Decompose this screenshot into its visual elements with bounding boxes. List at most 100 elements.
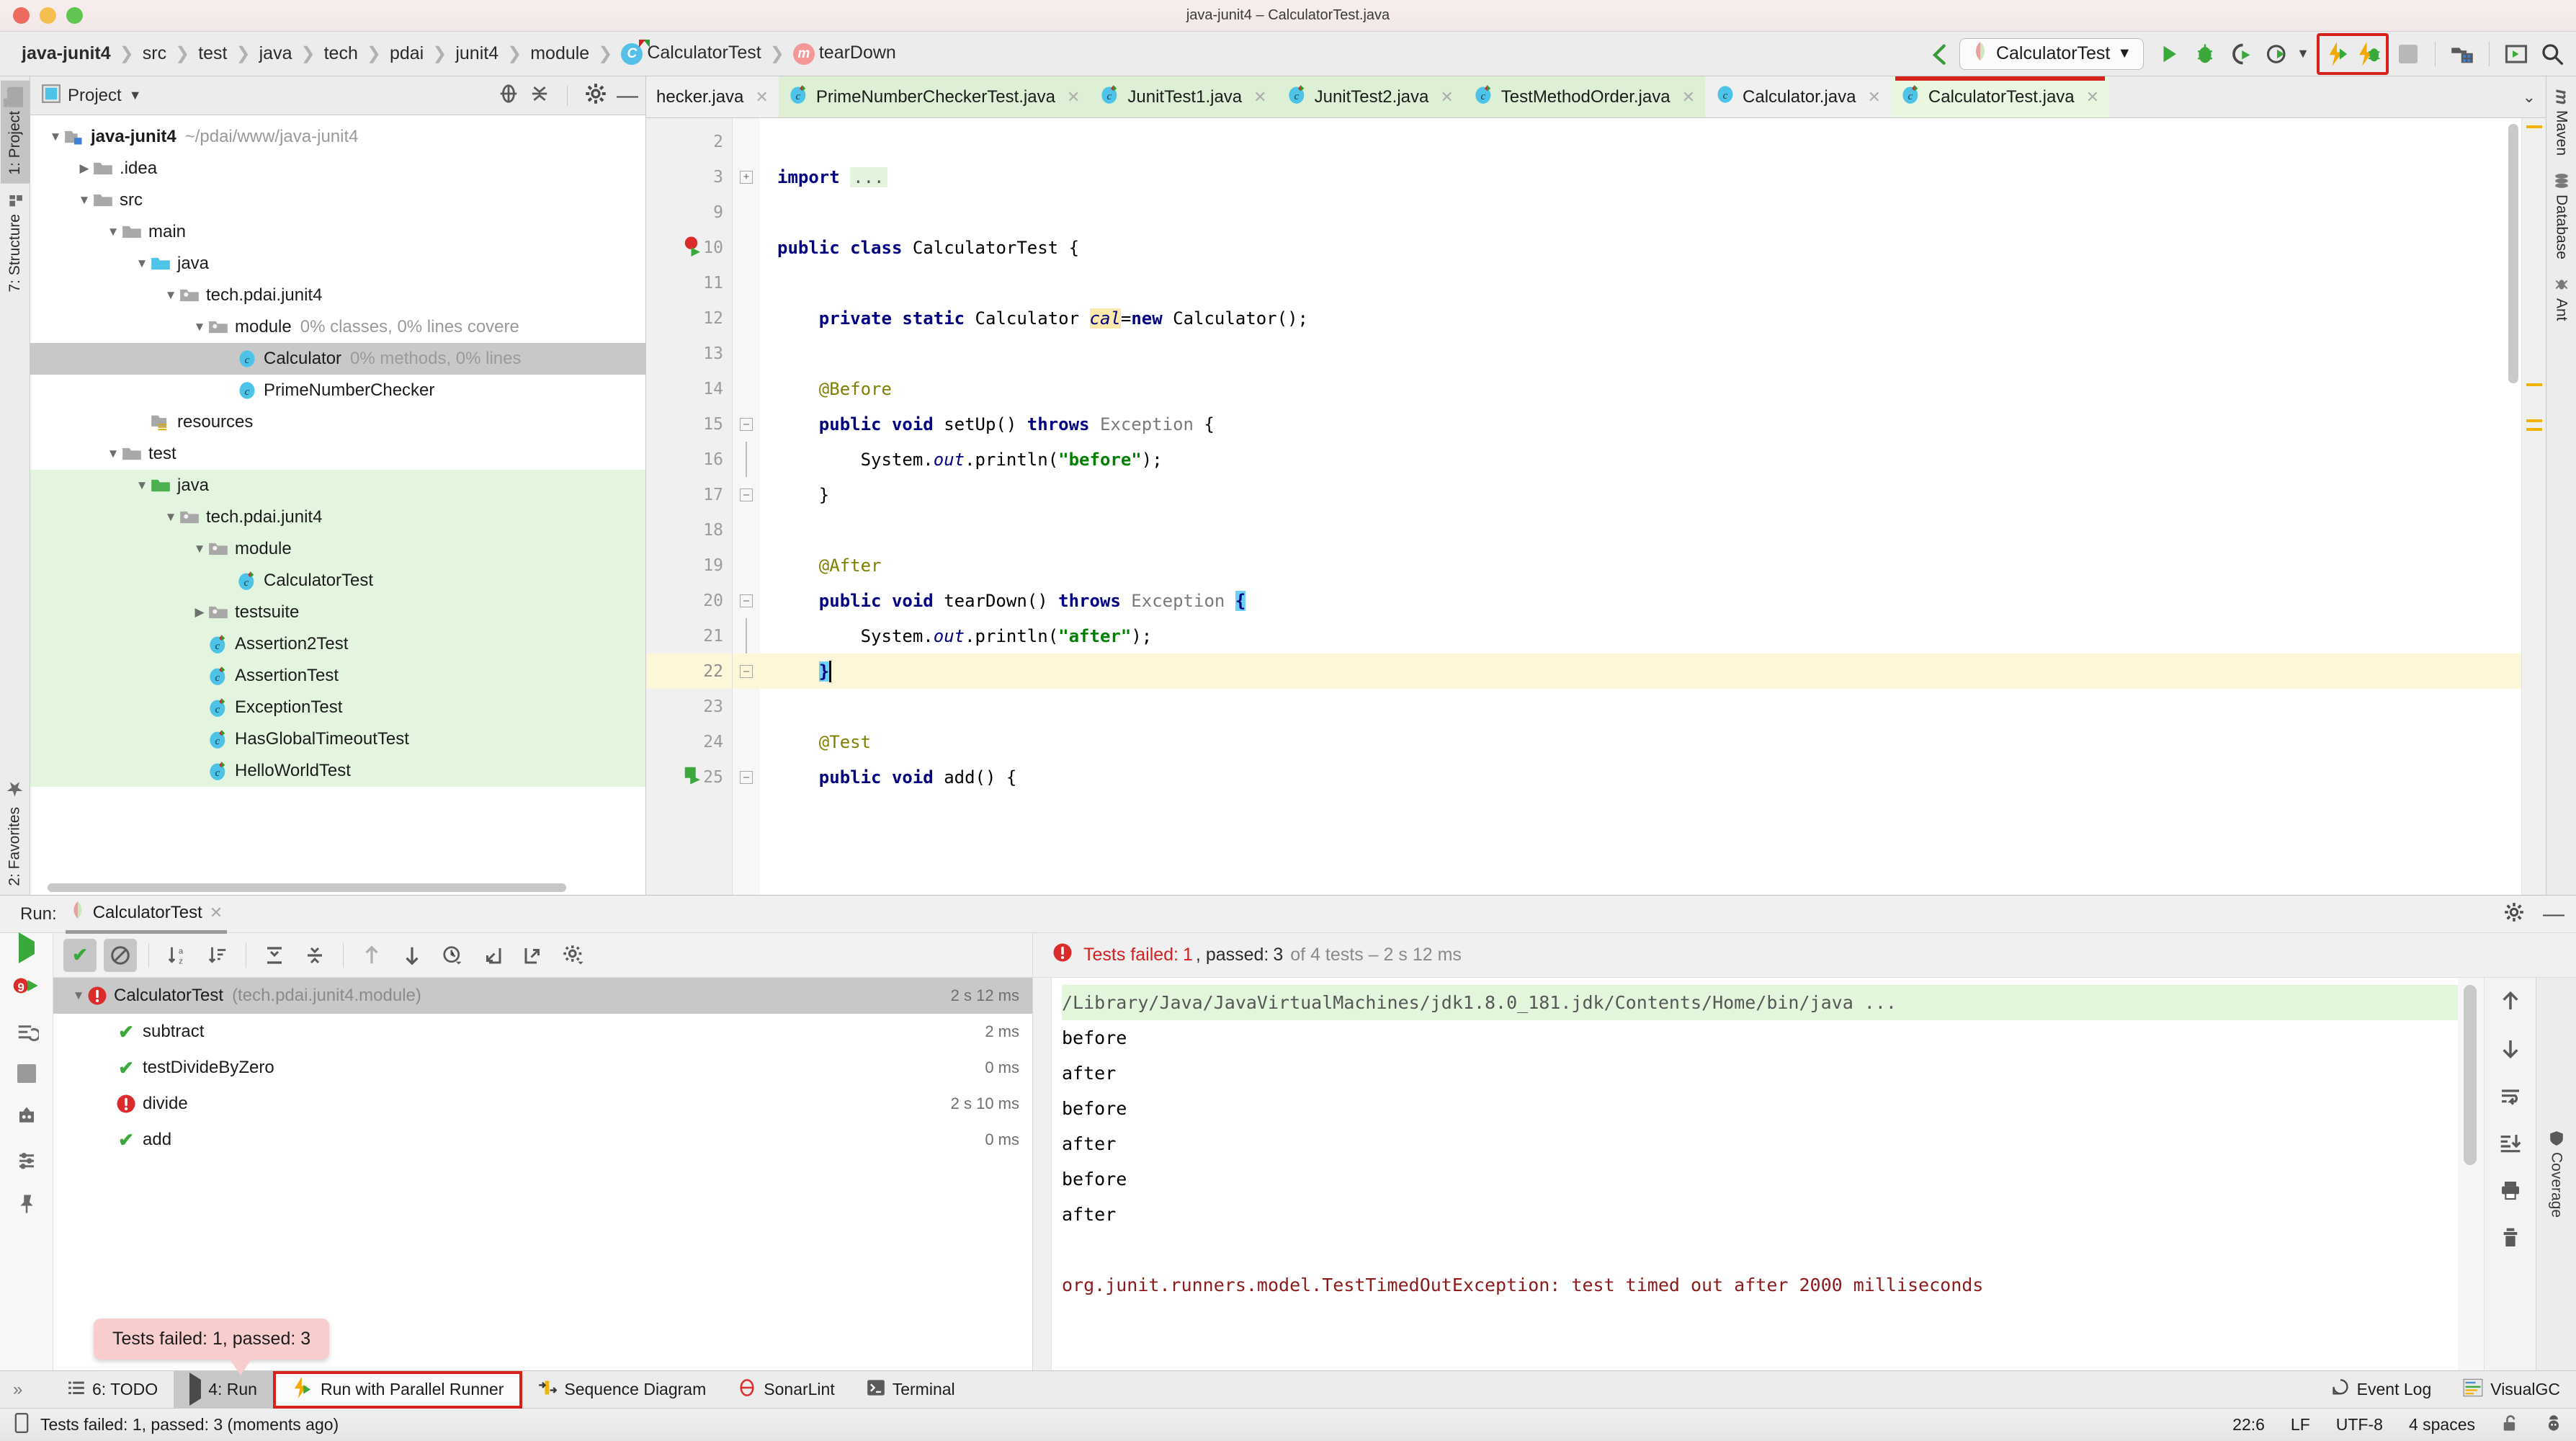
bottom-item-sonarlint[interactable]: SonarLint [722,1371,850,1409]
code-line[interactable]: public void add() { [760,759,2521,795]
breadcrumb-item-tech[interactable]: tech [318,43,364,64]
bottom-item-visualgc[interactable]: VisualGC [2447,1371,2576,1409]
close-icon[interactable]: ✕ [1867,88,1880,107]
scroll-up-icon[interactable] [2499,989,2522,1016]
tree-node-exceptiontest[interactable]: cExceptionTest [30,692,645,723]
rerun-icon[interactable] [19,942,35,955]
tree-node-module[interactable]: ▼module [30,533,645,565]
tree-node-helloworldtest[interactable]: cHelloWorldTest [30,755,645,787]
close-icon[interactable]: ✕ [1067,88,1080,107]
run-test-class-icon[interactable] [682,235,704,261]
project-tree[interactable]: ▼java-junit4~/pdai/www/java-junit4▶.idea… [30,115,645,895]
code-line[interactable] [760,195,2521,230]
horizontal-scrollbar[interactable] [48,883,640,895]
sidebar-item-database[interactable]: Database [2549,164,2575,268]
tree-node-resources[interactable]: resources [30,406,645,438]
next-failed-test-icon[interactable] [395,939,429,972]
run-configuration-selector[interactable]: CalculatorTest ▼ [1959,38,2144,70]
editor-tab-junittest1[interactable]: cJunitTest1.java✕ [1090,76,1276,117]
tree-node-java[interactable]: ▼java [30,248,645,280]
bottom-item-parallel-runner[interactable]: Run with Parallel Runner [273,1371,522,1409]
run-tab-calculatortest[interactable]: CalculatorTest ✕ [70,901,223,927]
show-passed-icon[interactable]: ✔ [63,939,97,972]
fold-marker[interactable] [733,618,760,653]
debug-icon[interactable] [2188,37,2222,71]
chevron-down-icon[interactable]: ⌄ [2523,88,2536,107]
code-text[interactable]: import ...public class CalculatorTest { … [760,118,2521,895]
close-icon[interactable]: ✕ [1440,88,1453,107]
tree-node-src[interactable]: ▼src [30,184,645,216]
console-body[interactable]: /Library/Java/JavaVirtualMachines/jdk1.8… [1033,978,2576,1370]
close-icon[interactable]: ✕ [1682,88,1695,107]
prev-failed-test-icon[interactable] [355,939,388,972]
code-line[interactable] [760,689,2521,724]
editor-tab-junittest2[interactable]: cJunitTest2.java✕ [1277,76,1464,117]
tree-node-module[interactable]: ▼module0% classes, 0% lines covere [30,311,645,343]
sidebar-item-project[interactable]: 1: Project [1,81,30,184]
tree-node--idea[interactable]: ▶.idea [30,153,645,184]
error-stripe-marker[interactable] [2521,118,2546,895]
locate-icon[interactable] [498,83,519,108]
sidebar-item-structure[interactable]: 7: Structure [2,184,28,301]
expand-all-icon[interactable] [258,939,291,972]
tree-node-hasglobaltimeouttest[interactable]: cHasGlobalTimeoutTest [30,723,645,755]
editor-vertical-scrollbar[interactable] [2508,124,2518,383]
tree-node-primenumberchecker[interactable]: cPrimeNumberChecker [30,375,645,406]
fold-marker[interactable]: – [733,406,760,442]
tree-node-test[interactable]: ▼test [30,438,645,470]
tree-node-calculatortest[interactable]: cCalculatorTest [30,565,645,597]
run-with-coverage-icon[interactable] [2224,37,2258,71]
breadcrumb-item-module[interactable]: module [524,43,595,64]
test-row-testdividebyzero[interactable]: ✔testDivideByZero0 ms [53,1050,1032,1086]
code-line[interactable]: System.out.println("before"); [760,442,2521,477]
bottom-item-sequence-diagram[interactable]: Sequence Diagram [522,1371,722,1409]
gear-icon[interactable] [2504,902,2524,926]
editor-tab-primenumbercheckertest[interactable]: cPrimeNumberCheckerTest.java✕ [779,76,1091,117]
close-icon[interactable]: ✕ [1253,88,1266,107]
layout-icon[interactable] [2500,37,2533,71]
fold-marker[interactable]: + [733,159,760,195]
run-icon[interactable] [2152,37,2186,71]
print-icon[interactable] [2499,1179,2522,1205]
run-test-method-icon[interactable] [682,764,704,790]
expand-arrow-icon[interactable]: ▼ [71,989,86,1003]
chevron-down-icon[interactable]: ▼ [2297,46,2309,61]
test-row-calculatortest[interactable]: ▼CalculatorTest(tech.pdai.junit4.module)… [53,978,1032,1014]
fold-marker[interactable] [733,442,760,477]
scroll-down-icon[interactable] [2499,1038,2522,1064]
close-icon[interactable]: ✕ [210,904,223,922]
expand-arrow-icon[interactable]: ▼ [192,542,207,556]
code-line[interactable]: @After [760,548,2521,583]
expand-arrow-icon[interactable]: ▼ [48,130,63,144]
stop-icon[interactable] [2392,37,2425,71]
settings-icon[interactable] [16,1149,37,1174]
fold-marker[interactable]: – [733,477,760,512]
sort-by-duration-icon[interactable] [201,939,234,972]
chevron-down-icon[interactable]: ▼ [129,88,142,103]
status-doc-icon[interactable] [13,1413,30,1437]
import-tests-icon[interactable] [476,939,509,972]
run-with-parallel-runner-icon[interactable] [2322,37,2351,71]
editor-tab-testmethodorder[interactable]: cTestMethodOrder.java✕ [1464,76,1705,117]
breadcrumb-item-method[interactable]: m tearDown [787,43,902,64]
sidebar-item-ant[interactable]: Ant [2549,268,2575,330]
code-line[interactable]: System.out.println("after"); [760,618,2521,653]
breadcrumb-item-src[interactable]: src [137,43,172,64]
bottom-item-run[interactable]: 4: Run [174,1371,273,1409]
soft-wrap-icon[interactable] [2499,1086,2522,1111]
code-line[interactable]: @Before [760,371,2521,406]
editor-tab-bar[interactable]: hecker.java✕cPrimeNumberCheckerTest.java… [646,76,2546,118]
code-line[interactable]: @Test [760,724,2521,759]
sidebar-item-favorites[interactable]: 2: Favorites ★ [0,769,31,895]
code-line[interactable]: } [760,477,2521,512]
expand-arrow-icon[interactable]: ▼ [163,510,179,525]
editor-tab-controls[interactable]: ⌄ [2513,76,2546,117]
scroll-to-end-icon[interactable] [2499,1133,2522,1158]
breadcrumb-item-root[interactable]: java-junit4 [16,43,117,64]
collapse-arrow-icon[interactable]: ▶ [192,605,207,620]
tree-node-testsuite[interactable]: ▶testsuite [30,597,645,628]
test-row-subtract[interactable]: ✔subtract2 ms [53,1014,1032,1050]
pin-icon[interactable] [16,1193,37,1218]
test-row-add[interactable]: ✔add0 ms [53,1122,1032,1158]
code-line[interactable]: import ... [760,159,2521,195]
